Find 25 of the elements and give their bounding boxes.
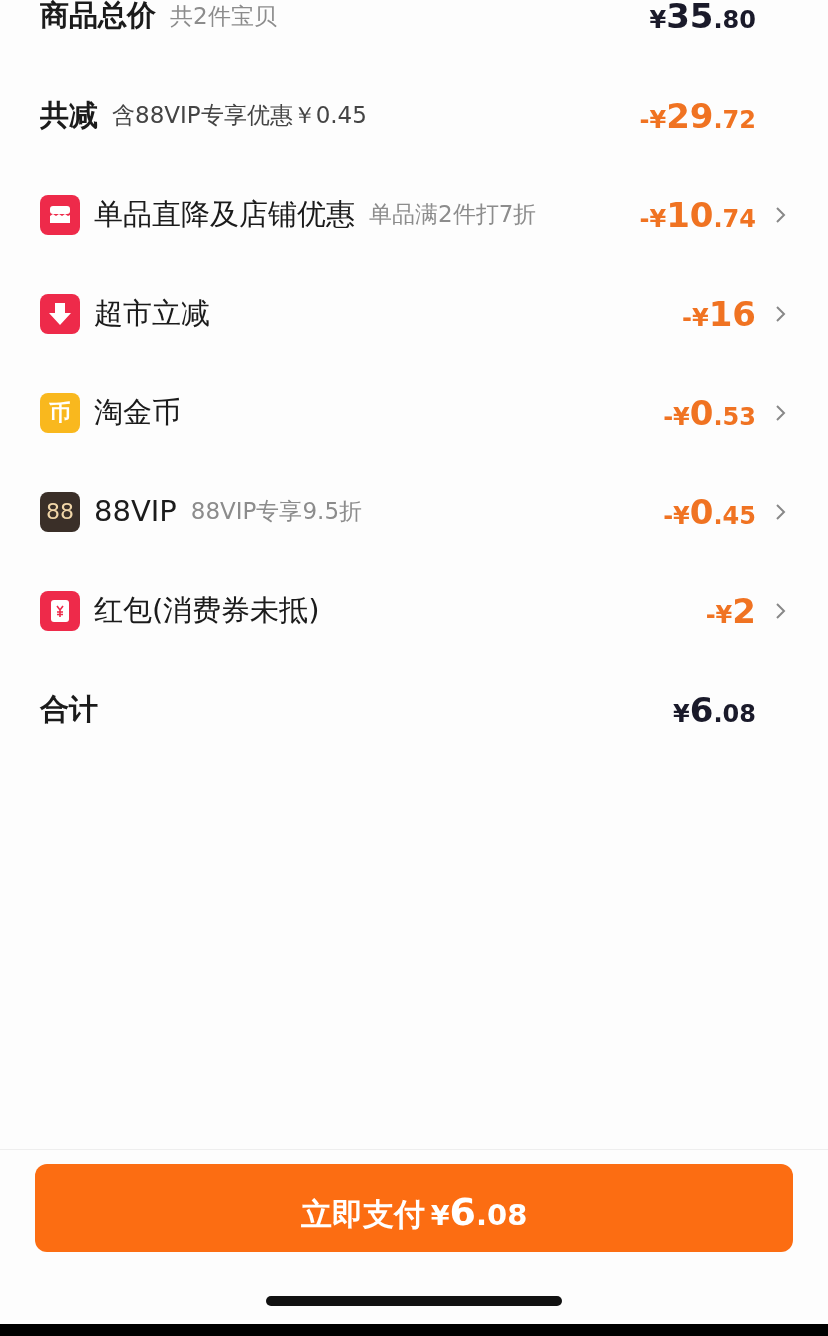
amount: ¥35.80 xyxy=(649,0,756,33)
amount: -¥0.53 xyxy=(663,395,756,430)
amount: -¥29.72 xyxy=(639,98,756,133)
coin-icon: 币 xyxy=(40,392,80,433)
row-label: 红包(消费券未抵) xyxy=(94,591,320,629)
vip-icon: 88 xyxy=(40,491,80,532)
row-note: 含88VIP专享优惠￥0.45 xyxy=(112,101,367,131)
envelope-icon xyxy=(40,590,80,631)
amount: -¥10.74 xyxy=(639,197,756,232)
row-note: 单品满2件打7折 xyxy=(369,200,537,230)
row-label: 88VIP xyxy=(94,492,177,530)
amount: -¥0.45 xyxy=(663,494,756,529)
row-label: 共减 xyxy=(40,96,98,134)
amount: -¥16 xyxy=(682,296,756,331)
row-label: 淘金币 xyxy=(94,393,181,431)
row-note: 共2件宝贝 xyxy=(170,1,277,31)
shop-icon xyxy=(40,194,80,235)
row-note: 88VIP专享9.5折 xyxy=(190,497,362,527)
pay-button[interactable]: 立即支付 ¥6.08 xyxy=(35,1164,793,1252)
row-label: 单品直降及店铺优惠 xyxy=(94,195,355,233)
row-label: 商品总价 xyxy=(40,0,156,35)
amount: -¥2 xyxy=(705,593,756,628)
row-label: 超市立减 xyxy=(94,294,210,332)
row-label: 合计 xyxy=(40,690,98,728)
amount: ¥6.08 xyxy=(673,692,756,727)
